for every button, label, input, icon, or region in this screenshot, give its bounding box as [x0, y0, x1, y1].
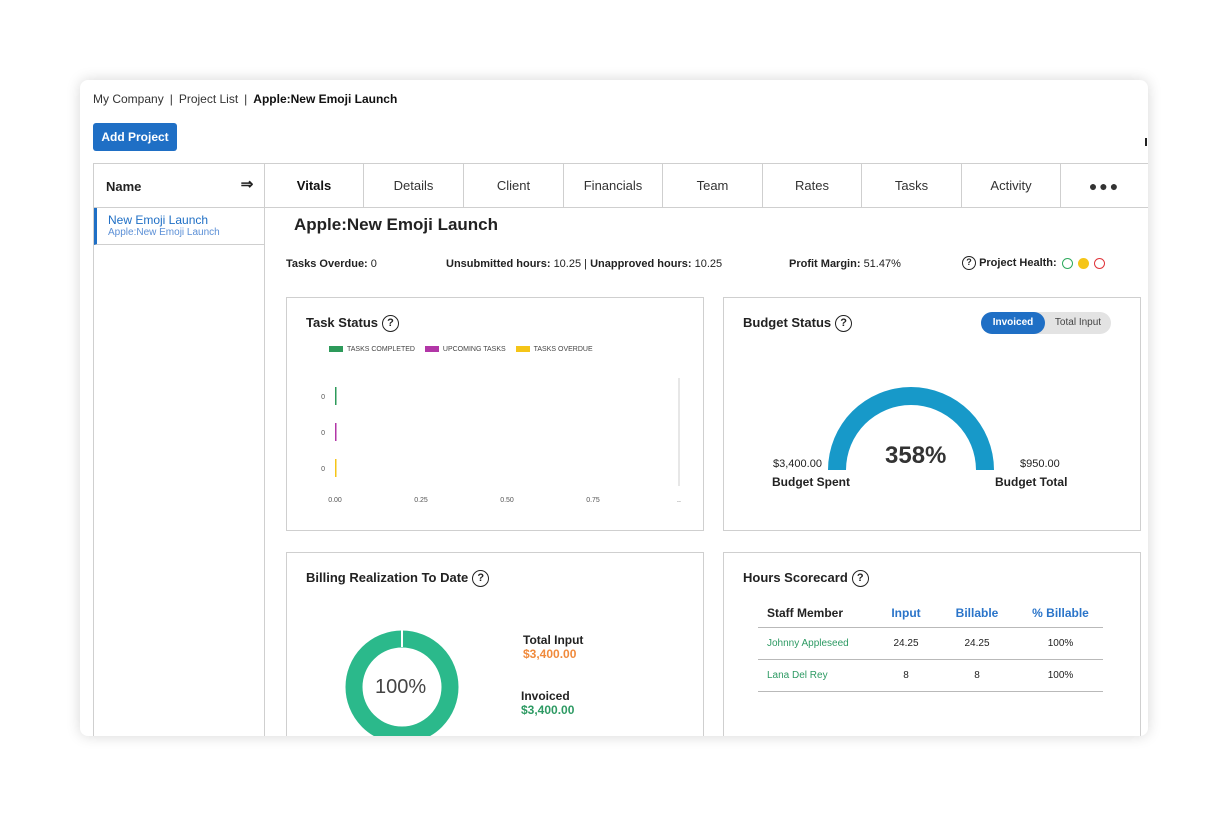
table-header-row: Staff Member Input Billable % Billable	[758, 600, 1103, 628]
help-icon[interactable]: ?	[962, 256, 976, 270]
breadcrumb-separator: |	[244, 92, 248, 106]
billing-realization-card: Billing Realization To Date? 100% Total …	[286, 552, 704, 736]
breadcrumb-project-list[interactable]: Project List	[179, 92, 238, 106]
project-title: Apple:New Emoji Launch	[294, 215, 499, 234]
unapproved-value: 10.25	[694, 258, 723, 270]
tab-client[interactable]: Client	[464, 163, 564, 207]
x-tick-label: 0.50	[500, 497, 514, 504]
unapproved-label: Unapproved hours:	[590, 258, 692, 270]
invoiced-block: Invoiced $3,400.00	[521, 689, 574, 717]
staff-name[interactable]: Lana Del Rey	[758, 659, 876, 692]
billable-hours: 8	[936, 659, 1018, 692]
health-red-dot-icon	[1093, 257, 1105, 269]
unsubmitted-label: Unsubmitted hours:	[446, 258, 551, 270]
tab-tasks[interactable]: Tasks	[862, 163, 962, 207]
column-header-staff[interactable]: Staff Member	[758, 600, 876, 628]
chart-bar	[335, 459, 337, 477]
y-tick-label: 0	[321, 466, 325, 473]
table-row[interactable]: Johnny Appleseed 24.25 24.25 100%	[758, 627, 1103, 660]
project-list-panel: Name ⇒ New Emoji Launch Apple:New Emoji …	[93, 163, 265, 736]
y-tick-label: 0	[321, 394, 325, 401]
total-input-label: Total Input	[523, 633, 584, 647]
app-window: My Company | Project List | Apple:New Emoji …	[80, 80, 1148, 736]
budget-gauge	[828, 387, 994, 470]
chart-bar	[335, 423, 337, 441]
invoiced-amount: $3,400.00	[521, 703, 575, 717]
breadcrumb: My Company | Project List | Apple:New Emoji …	[93, 92, 397, 106]
budget-status-card: Budget Status? Invoiced Total Input 358%…	[723, 297, 1141, 531]
tasks-overdue-value: 0	[370, 258, 377, 270]
profit-margin-value: 51.47%	[863, 258, 901, 270]
project-list-item[interactable]: New Emoji Launch Apple:New Emoji Launch	[94, 208, 264, 245]
health-green-dot-icon	[1061, 257, 1073, 269]
x-tick-label: 0.75	[586, 497, 600, 504]
column-header-billable[interactable]: Billable	[936, 600, 1018, 628]
input-hours: 8	[876, 659, 936, 692]
unsubmitted-value: 10.25	[553, 258, 582, 270]
tab-activity[interactable]: Activity	[962, 163, 1061, 207]
x-tick-label: 0.00	[328, 497, 342, 504]
x-tick-label: ..	[677, 497, 681, 504]
tab-details[interactable]: Details	[364, 163, 464, 207]
add-project-button[interactable]: Add Project	[93, 123, 177, 151]
column-header-pct-billable[interactable]: % Billable	[1018, 600, 1103, 628]
breadcrumb-company[interactable]: My Company	[93, 92, 164, 106]
help-icon[interactable]: ?	[851, 570, 869, 588]
collapse-panel-icon[interactable]: ⇒	[236, 174, 258, 196]
profit-margin-label: Profit Margin:	[789, 258, 861, 270]
pct-billable: 100%	[1018, 627, 1103, 660]
billing-percent: 100%	[375, 676, 427, 698]
breadcrumb-separator: |	[169, 92, 173, 106]
task-status-chart: 0 0 0 0.00 0.25 0.50 0.75..	[321, 378, 681, 504]
tab-vitals[interactable]: Vitals	[265, 163, 364, 207]
project-health-label: Project Health:	[979, 256, 1057, 269]
tab-bar: Vitals Details Client Financials Team Ra…	[265, 163, 1148, 208]
budget-total-label: Budget Total	[995, 475, 1068, 489]
staff-name[interactable]: Johnny Appleseed	[758, 627, 876, 660]
profit-margin-metric: Profit Margin: 51.47%	[789, 258, 901, 270]
total-input-amount: $3,400.00	[523, 647, 577, 661]
breadcrumb-current: Apple:New Emoji Launch	[253, 92, 398, 106]
x-tick-label: 0.25	[414, 497, 428, 504]
hours-metric: Unsubmitted hours: 10.25 | Unapproved ho…	[446, 258, 723, 270]
project-health-metric: ? Project Health:	[962, 256, 1105, 270]
input-hours: 24.25	[876, 627, 936, 660]
column-header-input[interactable]: Input	[876, 600, 936, 628]
tasks-overdue-label: Tasks Overdue:	[286, 258, 368, 270]
billable-hours: 24.25	[936, 627, 1018, 660]
stray-mark	[1145, 138, 1147, 146]
project-item-subtitle: Apple:New Emoji Launch	[108, 227, 220, 238]
tab-financials[interactable]: Financials	[564, 163, 663, 207]
chart-bar	[335, 387, 337, 405]
budget-percent: 358%	[885, 442, 947, 469]
health-yellow-dot-icon	[1077, 257, 1089, 269]
hours-scorecard-title: Hours Scorecard?	[743, 570, 869, 588]
pct-billable: 100%	[1018, 659, 1103, 692]
budget-spent-label: Budget Spent	[772, 475, 850, 489]
billing-donut	[345, 630, 459, 736]
name-column-header[interactable]: Name	[106, 179, 141, 194]
y-tick-label: 0	[321, 430, 325, 437]
table-row[interactable]: Lana Del Rey 8 8 100%	[758, 659, 1103, 692]
tab-rates[interactable]: Rates	[763, 163, 862, 207]
project-list-header: Name ⇒	[94, 164, 264, 208]
budget-total-amount: $950.00	[1020, 458, 1060, 470]
project-item-name: New Emoji Launch	[108, 213, 209, 227]
total-input-block: Total Input $3,400.00	[523, 633, 583, 661]
more-tabs-icon[interactable]: ●●●	[1061, 163, 1148, 207]
task-status-card: Task Status? TASKS COMPLETED UPCOMING TA…	[286, 297, 704, 531]
tasks-overdue-metric: Tasks Overdue: 0	[286, 258, 377, 270]
hours-scorecard-card: Hours Scorecard? Staff Member Input Bill…	[723, 552, 1141, 736]
tab-team[interactable]: Team	[663, 163, 763, 207]
hours-scorecard-title-text: Hours Scorecard	[743, 570, 848, 585]
budget-spent-amount: $3,400.00	[773, 458, 822, 470]
hours-scorecard-table: Staff Member Input Billable % Billable J…	[758, 600, 1103, 692]
invoiced-label: Invoiced	[521, 689, 570, 703]
